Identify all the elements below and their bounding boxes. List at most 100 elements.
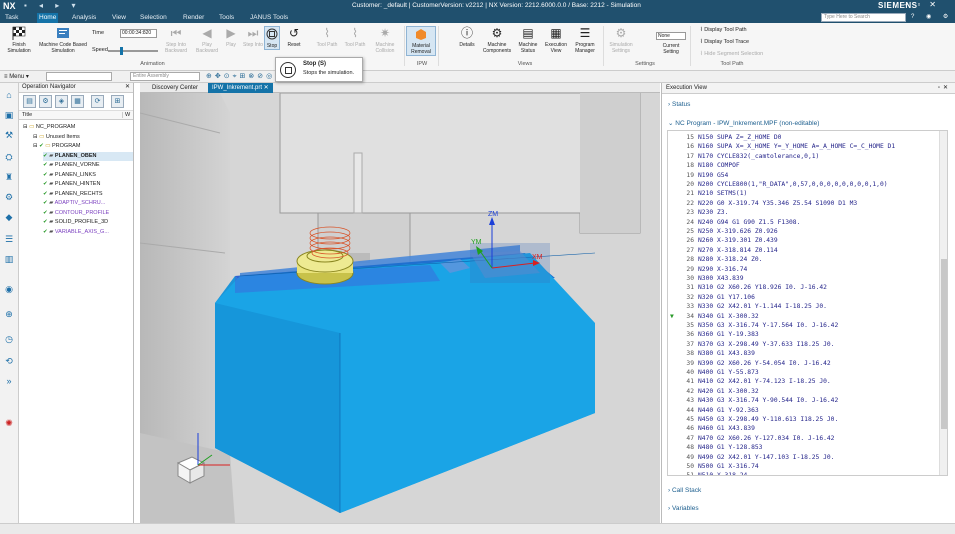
- play-button[interactable]: ▶ Play: [222, 26, 240, 48]
- doc-tab[interactable]: IPW_Inkrement.prt ✕: [208, 83, 273, 93]
- window-controls[interactable]: –▫✕: [904, 0, 945, 9]
- tab-tools[interactable]: Tools: [217, 13, 236, 23]
- tree-item[interactable]: ✔ ▰ PLANEN_OBEN: [43, 151, 133, 161]
- globe-icon[interactable]: ⊕: [3, 308, 15, 320]
- history-icon[interactable]: ⟲: [3, 355, 15, 367]
- machine-status-button[interactable]: ▤ Machine Status: [516, 26, 540, 54]
- nc-line[interactable]: 48 N480 G1 Y-128.853: [668, 443, 762, 452]
- tab-selection[interactable]: Selection: [138, 13, 169, 23]
- selection-filter-dropdown[interactable]: [46, 72, 112, 81]
- nc-line[interactable]: 35 N350 G3 X-316.74 Y-17.564 I0. J-16.42: [668, 321, 838, 330]
- tool-path-button[interactable]: ⌇ Tool Path: [314, 26, 340, 48]
- machine-view-icon[interactable]: ⚙: [39, 95, 52, 108]
- nc-line[interactable]: 36 N360 G1 Y-19.383: [668, 330, 758, 339]
- assembly-icon[interactable]: ◆: [3, 211, 15, 223]
- nc-line[interactable]: 39 N390 G2 X60.26 Y-54.054 I0. J-16.42: [668, 359, 830, 368]
- assembly-filter-dropdown[interactable]: Entire Assembly: [130, 72, 200, 81]
- machine-components-button[interactable]: ⚙ Machine Components: [480, 26, 514, 54]
- display-tool-trace-button[interactable]: ⌇ Display Tool Trace: [700, 39, 749, 45]
- finish-simulation-button[interactable]: Finish Simulation: [4, 26, 34, 54]
- roles-icon[interactable]: ♜: [3, 171, 15, 183]
- tree-item[interactable]: ✔ ▰ PLANEN_LINKS: [43, 171, 133, 180]
- tree-item[interactable]: ✔ ▰ PLANEN_RECHTS: [43, 190, 133, 199]
- method-view-icon[interactable]: ▦: [71, 95, 84, 108]
- nc-line[interactable]: 49 N490 G2 X42.01 Y-147.103 I-18.25 J0.: [668, 453, 834, 462]
- nc-line[interactable]: 46 N460 G1 X43.839: [668, 424, 754, 433]
- speed-slider[interactable]: [108, 47, 158, 55]
- nc-line[interactable]: 25 N250 X-319.626 Z0.926: [668, 227, 777, 236]
- nc-line[interactable]: 30 N300 X43.839: [668, 274, 743, 283]
- nc-line[interactable]: 15 N150 SUPA Z=_Z_HOME D0: [668, 133, 781, 142]
- material-removal-button[interactable]: Material Removal: [406, 26, 436, 56]
- tab-view[interactable]: View: [110, 13, 128, 23]
- home-icon[interactable]: ⌂: [3, 89, 15, 101]
- panel-controls[interactable]: ▫✕: [938, 84, 951, 91]
- machine-tool-icon[interactable]: ⛭: [3, 151, 15, 163]
- nc-line[interactable]: 32 N320 G1 Y17.106: [668, 293, 754, 302]
- tab-home[interactable]: Home: [37, 13, 59, 23]
- clock-icon[interactable]: ◷: [3, 333, 15, 345]
- tool-path-2-button[interactable]: ⌇ Tool Path: [342, 26, 368, 48]
- speed-slider-handle[interactable]: [120, 47, 123, 55]
- nc-line[interactable]: 18 N180 COMPOF: [668, 161, 739, 170]
- tree-item[interactable]: ✔ ▰ ADAPTIV_SCHRU...: [43, 199, 133, 208]
- nc-line[interactable]: 20 N200 CYCLE800(1,"R_DATA",0,57,0,0,0,0,…: [668, 180, 887, 189]
- nc-line[interactable]: 17 N170 CYCLE832(_camtolerance,0,1): [668, 152, 819, 161]
- nc-line[interactable]: 47 N470 G2 X60.26 Y-127.034 I0. J-16.42: [668, 434, 834, 443]
- nc-line[interactable]: 42 N420 G1 X-300.32: [668, 387, 758, 396]
- step-into-button[interactable]: ⏭ Step Into: [242, 26, 264, 48]
- operation-navigator-icon[interactable]: ⚒: [3, 129, 15, 141]
- doc-tab[interactable]: Discovery Center: [148, 83, 202, 93]
- time-field[interactable]: 00:00:34:820: [120, 29, 157, 38]
- nc-line[interactable]: 51 N510 X-318.24: [668, 471, 747, 475]
- help-icon[interactable]: ? ◉ ⚙: [911, 13, 953, 20]
- quick-access-toolbar[interactable]: ▪ ◂ ▸ ▾: [24, 1, 81, 10]
- play-backward-button[interactable]: ◀ Play Backward: [194, 26, 220, 54]
- nc-line[interactable]: 27 N270 X-318.814 Z0.114: [668, 246, 777, 255]
- nc-line[interactable]: 23 N230 Z3.: [668, 208, 728, 217]
- tab-task[interactable]: Task: [3, 13, 20, 23]
- nc-line[interactable]: 22 N220 G0 X-319.74 Y35.346 Z5.54 S1090 D…: [668, 199, 857, 208]
- nc-line[interactable]: 40 N400 G1 Y-55.873: [668, 368, 758, 377]
- tree-item[interactable]: ✔ ▰ VARIABLE_AXIS_G...: [43, 228, 133, 237]
- expand-icon[interactable]: »: [3, 375, 15, 387]
- simulation-settings-button[interactable]: ⚙ Simulation Settings: [606, 26, 636, 54]
- program-view-icon[interactable]: ▤: [23, 95, 36, 108]
- nc-line[interactable]: 19 N190 G54: [668, 171, 728, 180]
- tree-item[interactable]: ✔ ▰ PLANEN_VORNE: [43, 161, 133, 170]
- menu-button[interactable]: ≡ Menu ▾: [4, 73, 29, 80]
- settings-wheel-icon[interactable]: ✺: [3, 417, 15, 429]
- nc-line[interactable]: 45 N450 G3 X-298.49 Y-110.613 I18.25 J0.: [668, 415, 838, 424]
- nc-program-section[interactable]: ⌄ NC Program - IPW_Inkrement.MPF (non-ed…: [668, 119, 819, 127]
- geometry-view-icon[interactable]: ◈: [55, 95, 68, 108]
- column-title[interactable]: Title: [22, 112, 32, 118]
- nc-listing-scrollbar[interactable]: [939, 131, 947, 475]
- nc-line[interactable]: 24 N240 G94 G1 G90 Z1.5 F1308.: [668, 218, 800, 227]
- display-tool-path-button[interactable]: ⌇ Display Tool Path: [700, 27, 747, 33]
- search-input[interactable]: Type Here to Search: [821, 13, 906, 22]
- tab-render[interactable]: Render: [181, 13, 206, 23]
- library-icon[interactable]: ▥: [3, 253, 15, 265]
- tab-janus-tools[interactable]: JANUS Tools: [248, 13, 290, 23]
- nc-line[interactable]: 16 N160 SUPA X=_X_HOME Y=_Y_HOME A=_A_HOM…: [668, 142, 895, 151]
- nc-line[interactable]: 31 N310 G2 X60.26 Y18.926 I0. J-16.42: [668, 283, 827, 292]
- scrollbar-thumb[interactable]: [941, 259, 947, 429]
- nc-program-listing[interactable]: 15 N150 SUPA Z=_Z_HOME D0 16 N160 SUPA X=_X…: [667, 130, 948, 476]
- reset-button[interactable]: ↺ Reset: [284, 26, 304, 48]
- nc-line[interactable]: 28 N280 X-318.24 Z0.: [668, 255, 762, 264]
- tree-item[interactable]: ✔ ▰ CONTOUR_PROFILE: [43, 209, 133, 218]
- machine-collision-button[interactable]: ✷ Machine Collision: [370, 26, 400, 54]
- graphics-viewport[interactable]: ZM YM XM: [140, 93, 660, 523]
- nc-line[interactable]: 50 N500 G1 X-316.74: [668, 462, 758, 471]
- nc-line[interactable]: 37 N370 G3 X-298.49 Y-37.633 I18.25 J0.: [668, 340, 834, 349]
- nc-line[interactable]: 41 N410 G2 X42.01 Y-74.123 I-18.25 J0.: [668, 377, 830, 386]
- nc-line[interactable]: 33 N330 G2 X42.01 Y-1.144 I-18.25 J0.: [668, 302, 827, 311]
- execution-view-button[interactable]: ▦ Execution View: [542, 26, 570, 54]
- status-section[interactable]: › Status: [668, 101, 690, 108]
- tree-item[interactable]: ⊟ ▭ Unused Items: [33, 133, 133, 142]
- nc-line[interactable]: ▼ 34 N340 G1 X-300.32: [668, 312, 759, 321]
- program-manager-button[interactable]: ☰ Program Manager: [572, 26, 598, 54]
- current-setting-field[interactable]: None: [656, 32, 686, 40]
- nc-line[interactable]: 43 N430 G3 X-316.74 Y-90.544 I0. J-16.42: [668, 396, 838, 405]
- nc-line[interactable]: 44 N440 G1 Y-92.363: [668, 406, 758, 415]
